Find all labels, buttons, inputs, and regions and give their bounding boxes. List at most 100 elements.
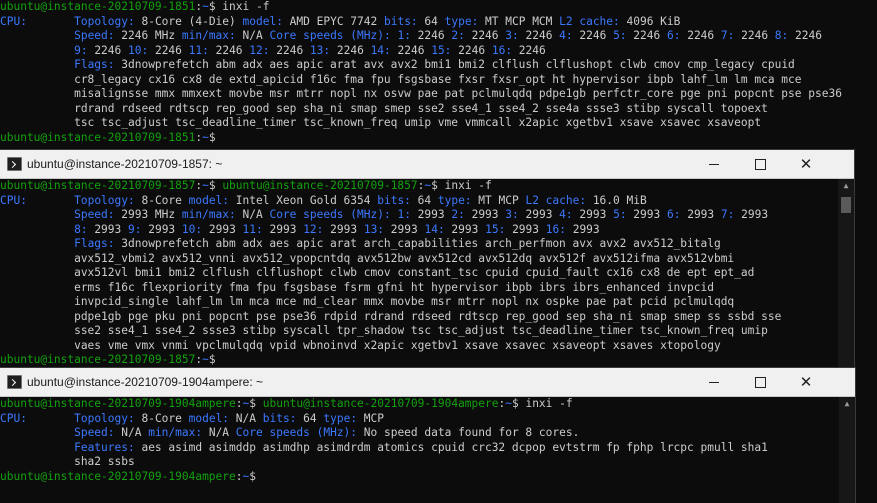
terminal-text-segment: 6: — [666, 29, 681, 42]
title-bar[interactable]: ubuntu@instance-20210709-1857: ~ ✕ — [0, 150, 854, 179]
terminal-text-segment: 2993 — [444, 222, 486, 236]
terminal-text-segment: MCP — [357, 411, 385, 425]
terminal-text-segment: 14: — [370, 43, 391, 57]
terminal-text-segment: L2 cache: — [559, 14, 620, 28]
terminal-text-segment: ubuntu@instance-20210709-1851 — [0, 0, 196, 13]
terminal-line: vaes vme vmx vnmi vpclmulqdq vpid wbnoin… — [0, 339, 836, 354]
terminal-text-segment: Features: — [74, 440, 135, 454]
terminal-line: CPU: Topology: 8-Core model: Intel Xeon … — [0, 194, 836, 209]
terminal-text-segment: 2993 — [87, 222, 128, 236]
maximize-button[interactable] — [737, 150, 783, 178]
terminal-text-segment: 8-Core (4-Die) — [134, 14, 243, 28]
terminal-text-segment: Topology: — [74, 14, 135, 28]
terminal-text-segment: ubuntu@instance-20210709-1857 — [0, 353, 196, 366]
terminal-line: 8: 2993 9: 2993 10: 2993 11: 2993 12: 29… — [0, 223, 836, 238]
terminal-text-segment: L2 cache: — [525, 193, 587, 207]
terminal-text-segment: 4: — [559, 208, 573, 221]
terminal-line: Speed: 2246 MHz min/max: N/A Core speeds… — [0, 29, 859, 44]
terminal-text-segment: 2993 — [626, 208, 667, 221]
terminal-text-segment: 9: — [74, 43, 88, 57]
terminal-line: ubuntu@instance-20210709-1851:~$ — [0, 131, 859, 146]
terminal-text-segment: ubuntu@instance-20210709-1904ampere — [262, 397, 499, 410]
terminal-text-segment: MT MCP MCM — [478, 14, 560, 28]
terminal-window-1904ampere[interactable]: ubuntu@instance-20210709-1904ampere: ~ ✕… — [0, 368, 855, 503]
minimize-button[interactable] — [691, 368, 737, 396]
scroll-thumb[interactable] — [841, 197, 851, 213]
terminal-text-segment: 2993 — [565, 222, 600, 236]
terminal-line: Speed: N/A min/max: N/A Core speeds (MHz… — [0, 426, 837, 441]
terminal-text-segment: model: — [188, 193, 230, 207]
scroll-up-icon[interactable]: ▲ — [838, 179, 854, 193]
terminal-text-segment: ~ — [505, 397, 512, 410]
close-button[interactable]: ✕ — [783, 150, 829, 178]
terminal-text-segment: 12: — [249, 43, 270, 57]
terminal-line: 9: 2246 10: 2246 11: 2246 12: 2246 13: 2… — [0, 44, 859, 59]
terminal-text-segment: 2246 — [269, 43, 310, 57]
terminal-text-segment: 4096 KiB — [619, 14, 681, 28]
terminal-text-segment: 7: — [720, 29, 735, 42]
terminal-text-segment: 8-Core — [134, 193, 189, 207]
terminal-text-segment: 2993 — [384, 222, 425, 236]
terminal-text-segment: $ — [208, 179, 223, 192]
terminal-line: sse2 sse4_1 sse4_2 ssse3 stibp syscall t… — [0, 324, 836, 339]
terminal-line: avx512vl bmi1 bmi2 clflush clflushopt cl… — [0, 266, 836, 281]
terminal-text-segment: erms f16c flexpriority fma fpu fsgsbase … — [0, 280, 714, 294]
terminal-line: ubuntu@instance-20210709-1904ampere: ~ $ u… — [0, 397, 837, 412]
title-bar[interactable]: ubuntu@instance-20210709-1904ampere: ~ ✕ — [0, 368, 855, 397]
terminal-text-segment: 1: — [397, 29, 411, 42]
terminal-text-segment: $ — [208, 353, 223, 366]
terminal-text-segment: $ — [249, 397, 263, 410]
terminal-line: avx512_vbmi2 avx512_vnni avx512_vpopcntd… — [0, 252, 836, 267]
terminal-text-segment: type: — [444, 14, 479, 28]
terminal-text-segment: MT MCP — [471, 193, 526, 207]
terminal-line: Flags: 3dnowprefetch abm adx aes apic ar… — [0, 237, 836, 252]
terminal-text-segment: 2246 — [788, 29, 822, 42]
close-button[interactable]: ✕ — [783, 368, 829, 396]
terminal-text-segment: min/max: — [181, 29, 236, 42]
terminal-window-1857[interactable]: ubuntu@instance-20210709-1857: ~ ✕ ubunt… — [0, 150, 854, 370]
scrollbar[interactable]: ▲ — [838, 179, 854, 370]
terminal-text-segment: $ inxi -f — [511, 397, 573, 410]
terminal-text-segment: 2246 — [464, 29, 506, 42]
terminal-text-segment: 3dnowprefetch abm adx aes apic arat avx … — [114, 58, 795, 71]
terminal-text-segment: 2246 MHz — [114, 29, 182, 42]
terminal-line: rdrand rdseed rdtscp rep_good sep sha_ni… — [0, 102, 859, 117]
minimize-button[interactable] — [691, 150, 737, 178]
terminal-text-segment: model: — [242, 14, 283, 28]
terminal-text-segment: avx512_vbmi2 avx512_vnni avx512_vpopcntd… — [0, 251, 735, 265]
terminal-text-segment: ubuntu@instance-20210709-1857 — [0, 179, 196, 192]
terminal-output: ubuntu@instance-20210709-1857:~$ ubuntu@… — [0, 179, 836, 368]
terminal-text-segment: Core speeds (MHz): — [269, 208, 391, 221]
terminal-text-segment: type: — [323, 411, 358, 425]
maximize-icon — [754, 376, 766, 388]
terminal-line: erms f16c flexpriority fma fpu fsgsbase … — [0, 281, 836, 296]
terminal-text-segment: 1: — [397, 208, 411, 221]
minimize-icon — [709, 381, 719, 383]
terminal-text-segment: 5: — [613, 29, 627, 42]
terminal-text-segment: N/A — [235, 208, 270, 221]
close-icon: ✕ — [799, 156, 813, 173]
terminal-text-segment: 2: — [451, 29, 465, 42]
terminal-text-segment: 2246 — [572, 29, 614, 42]
window-title: ubuntu@instance-20210709-1904ampere: ~ — [27, 375, 264, 389]
terminal-app-icon — [7, 375, 22, 389]
maximize-button[interactable] — [737, 368, 783, 396]
scrollbar[interactable]: ▲ — [839, 397, 855, 503]
terminal-text-segment: 2993 — [410, 208, 452, 221]
terminal-text-segment: vaes vme vmx vnmi vpclmulqdq vpid wbnoin… — [0, 338, 721, 352]
terminal-text-segment: min/max: — [181, 208, 236, 221]
scroll-up-icon[interactable]: ▲ — [839, 397, 855, 411]
terminal-window-1851[interactable]: ubuntu@instance-20210709-1851:~$ inxi -f… — [0, 0, 877, 150]
terminal-text-segment: $ — [208, 130, 223, 144]
terminal-text-segment: $ inxi -f — [208, 0, 270, 13]
terminal-text-segment: 64 — [410, 193, 438, 207]
terminal-text-segment: Speed: — [74, 208, 115, 221]
terminal-text-segment: Topology: — [74, 193, 135, 207]
terminal-text-segment: 12: — [303, 222, 324, 236]
terminal-text-segment: pdpe1gb pge pku pni popcnt pse pse36 rdp… — [0, 309, 782, 323]
terminal-text-segment: 2993 — [734, 208, 769, 221]
terminal-line: ubuntu@instance-20210709-1904ampere:~$ — [0, 470, 837, 485]
terminal-text-segment: 11: — [242, 222, 263, 236]
